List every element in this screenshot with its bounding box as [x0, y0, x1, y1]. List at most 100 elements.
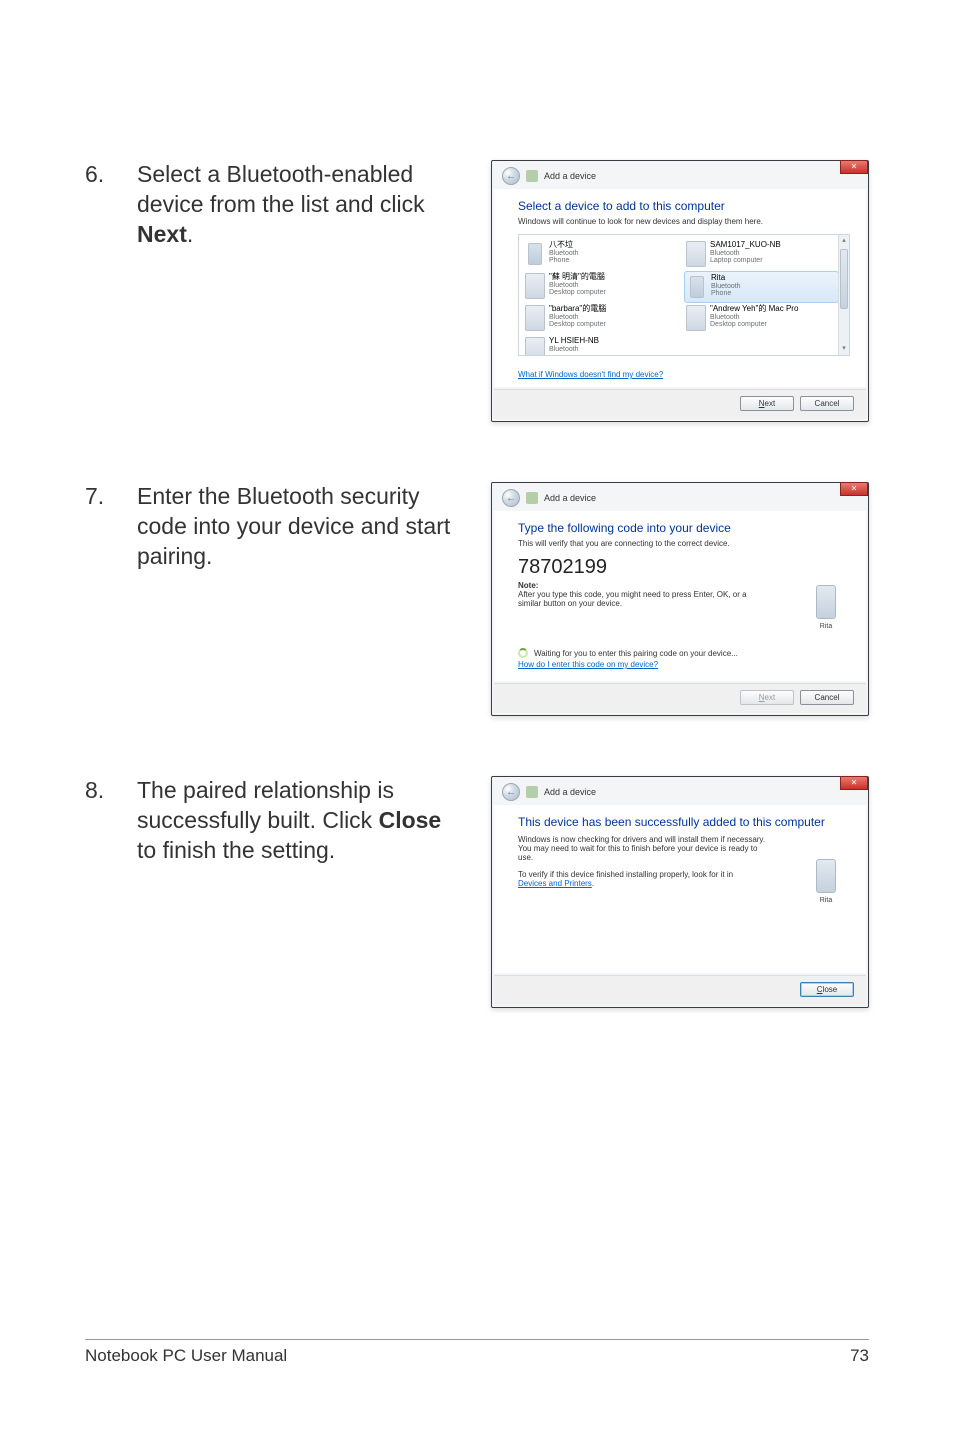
device-preview: Rita: [816, 859, 836, 904]
page-footer: Notebook PC User Manual 73: [85, 1339, 869, 1366]
device-kind: Phone: [711, 290, 741, 298]
cancel-button[interactable]: Cancel: [800, 690, 854, 705]
device-kind: Desktop computer: [549, 321, 606, 329]
status-row: Waiting for you to enter this pairing co…: [518, 648, 850, 658]
note-text: After you type this code, you might need…: [518, 590, 748, 608]
device-type: Bluetooth: [710, 250, 781, 258]
back-button[interactable]: ←: [502, 783, 520, 801]
device-type: Bluetooth: [710, 314, 798, 322]
page-number: 73: [850, 1346, 869, 1366]
pc-icon: [525, 305, 545, 331]
list-item[interactable]: "barbara"的電腦 Bluetooth Desktop computer: [523, 303, 678, 335]
dialog-title: Add a device: [544, 171, 596, 181]
next-button[interactable]: NNextext: [740, 396, 794, 411]
step8-post: to finish the setting.: [137, 837, 335, 863]
pc-icon: [686, 241, 706, 267]
scroll-up-icon[interactable]: ▴: [839, 235, 849, 247]
step-text: The paired relationship is successfully …: [137, 776, 465, 1008]
list-item[interactable]: 八不垃 Bluetooth Phone: [523, 239, 678, 271]
phone-icon: [816, 859, 836, 893]
dialog-heading: This device has been successfully added …: [518, 815, 850, 829]
back-button[interactable]: ←: [502, 167, 520, 185]
device-name: Rita: [711, 274, 741, 283]
phone-icon: [816, 585, 836, 619]
pairing-code: 78702199: [518, 556, 850, 579]
scroll-down-icon[interactable]: ▾: [839, 343, 849, 355]
device-list: 八不垃 Bluetooth Phone SAM1017_KUO-NB Bluet…: [518, 234, 850, 356]
close-icon[interactable]: ✕: [840, 776, 868, 790]
step-num: 8.: [85, 776, 137, 1008]
phone-icon: [528, 243, 542, 265]
note-label: Note:: [518, 581, 850, 590]
help-link[interactable]: What if Windows doesn't find my device?: [518, 370, 663, 379]
wait-text: Waiting for you to enter this pairing co…: [534, 649, 738, 658]
device-icon: [526, 786, 538, 798]
dialog-success: ✕ ← Add a device This device has been su…: [491, 776, 869, 1008]
step-num: 6.: [85, 160, 137, 422]
step8-bold: Close: [379, 807, 442, 833]
device-name: "barbara"的電腦: [549, 305, 606, 314]
dialog-title: Add a device: [544, 493, 596, 503]
dialog-subtext: This will verify that you are connecting…: [518, 539, 850, 548]
list-item-selected[interactable]: Rita Bluetooth Phone: [684, 271, 839, 303]
pc-icon: [525, 337, 545, 356]
device-type: Bluetooth: [549, 282, 606, 290]
list-item[interactable]: "Andrew Yeh"的 Mac Pro Bluetooth Desktop …: [684, 303, 839, 335]
step8-pre: The paired relationship is successfully …: [137, 777, 394, 833]
device-type: Bluetooth: [549, 346, 599, 354]
step-7: 7. Enter the Bluetooth security code int…: [85, 482, 869, 716]
pc-icon: [525, 273, 545, 299]
device-type: Bluetooth: [549, 314, 606, 322]
device-type: Bluetooth: [549, 250, 579, 258]
list-item[interactable]: "蘇 明清"的電腦 Bluetooth Desktop computer: [523, 271, 678, 303]
step6-pre: Select a Bluetooth-enabled device from t…: [137, 161, 425, 217]
phone-icon: [690, 276, 704, 298]
step-text: Select a Bluetooth-enabled device from t…: [137, 160, 465, 422]
list-item[interactable]: SAM1017_KUO-NB Bluetooth Laptop computer: [684, 239, 839, 271]
device-kind: Laptop computer: [710, 257, 781, 265]
scroll-thumb[interactable]: [840, 249, 848, 309]
close-button[interactable]: Close: [800, 982, 854, 997]
dialog-enter-code: ✕ ← Add a device Type the following code…: [491, 482, 869, 716]
device-label: Rita: [816, 623, 836, 630]
device-icon: [526, 492, 538, 504]
close-icon[interactable]: ✕: [840, 160, 868, 174]
next-button: Next: [740, 690, 794, 705]
p2-pre: To verify if this device finished instal…: [518, 870, 733, 879]
device-kind: Desktop computer: [549, 289, 606, 297]
device-name: "Andrew Yeh"的 Mac Pro: [710, 305, 798, 314]
step-6: 6. Select a Bluetooth-enabled device fro…: [85, 160, 869, 422]
device-kind: Phone: [549, 257, 579, 265]
device-icon: [526, 170, 538, 182]
dialog-heading: Select a device to add to this computer: [518, 199, 850, 213]
dialog-subtext: Windows will continue to look for new de…: [518, 217, 850, 226]
device-name: YL HSIEH-NB: [549, 337, 599, 346]
success-p1: Windows is now checking for drivers and …: [518, 835, 768, 862]
spinner-icon: [518, 648, 528, 658]
cancel-button[interactable]: Cancel: [800, 396, 854, 411]
dialog-select-device: ✕ ← Add a device Select a device to add …: [491, 160, 869, 422]
device-type: Bluetooth: [711, 283, 741, 291]
dialog-title: Add a device: [544, 787, 596, 797]
back-button[interactable]: ←: [502, 489, 520, 507]
device-name: "蘇 明清"的電腦: [549, 273, 606, 282]
step6-post: .: [187, 221, 193, 247]
scrollbar[interactable]: ▴ ▾: [838, 235, 849, 355]
step-num: 7.: [85, 482, 137, 716]
devices-and-printers-link[interactable]: Devices and Printers: [518, 879, 592, 888]
list-item[interactable]: YL HSIEH-NB Bluetooth: [523, 335, 678, 356]
device-kind: Desktop computer: [710, 321, 798, 329]
device-preview: Rita: [816, 585, 836, 630]
footer-title: Notebook PC User Manual: [85, 1346, 287, 1366]
success-p2: To verify if this device finished instal…: [518, 870, 768, 888]
pc-icon: [686, 305, 706, 331]
device-label: Rita: [816, 897, 836, 904]
close-icon[interactable]: ✕: [840, 482, 868, 496]
step6-bold: Next: [137, 221, 187, 247]
device-name: SAM1017_KUO-NB: [710, 241, 781, 250]
step-text: Enter the Bluetooth security code into y…: [137, 482, 465, 716]
dialog-heading: Type the following code into your device: [518, 521, 850, 535]
step-8: 8. The paired relationship is successful…: [85, 776, 869, 1008]
help-link[interactable]: How do I enter this code on my device?: [518, 660, 658, 669]
device-name: 八不垃: [549, 241, 579, 250]
